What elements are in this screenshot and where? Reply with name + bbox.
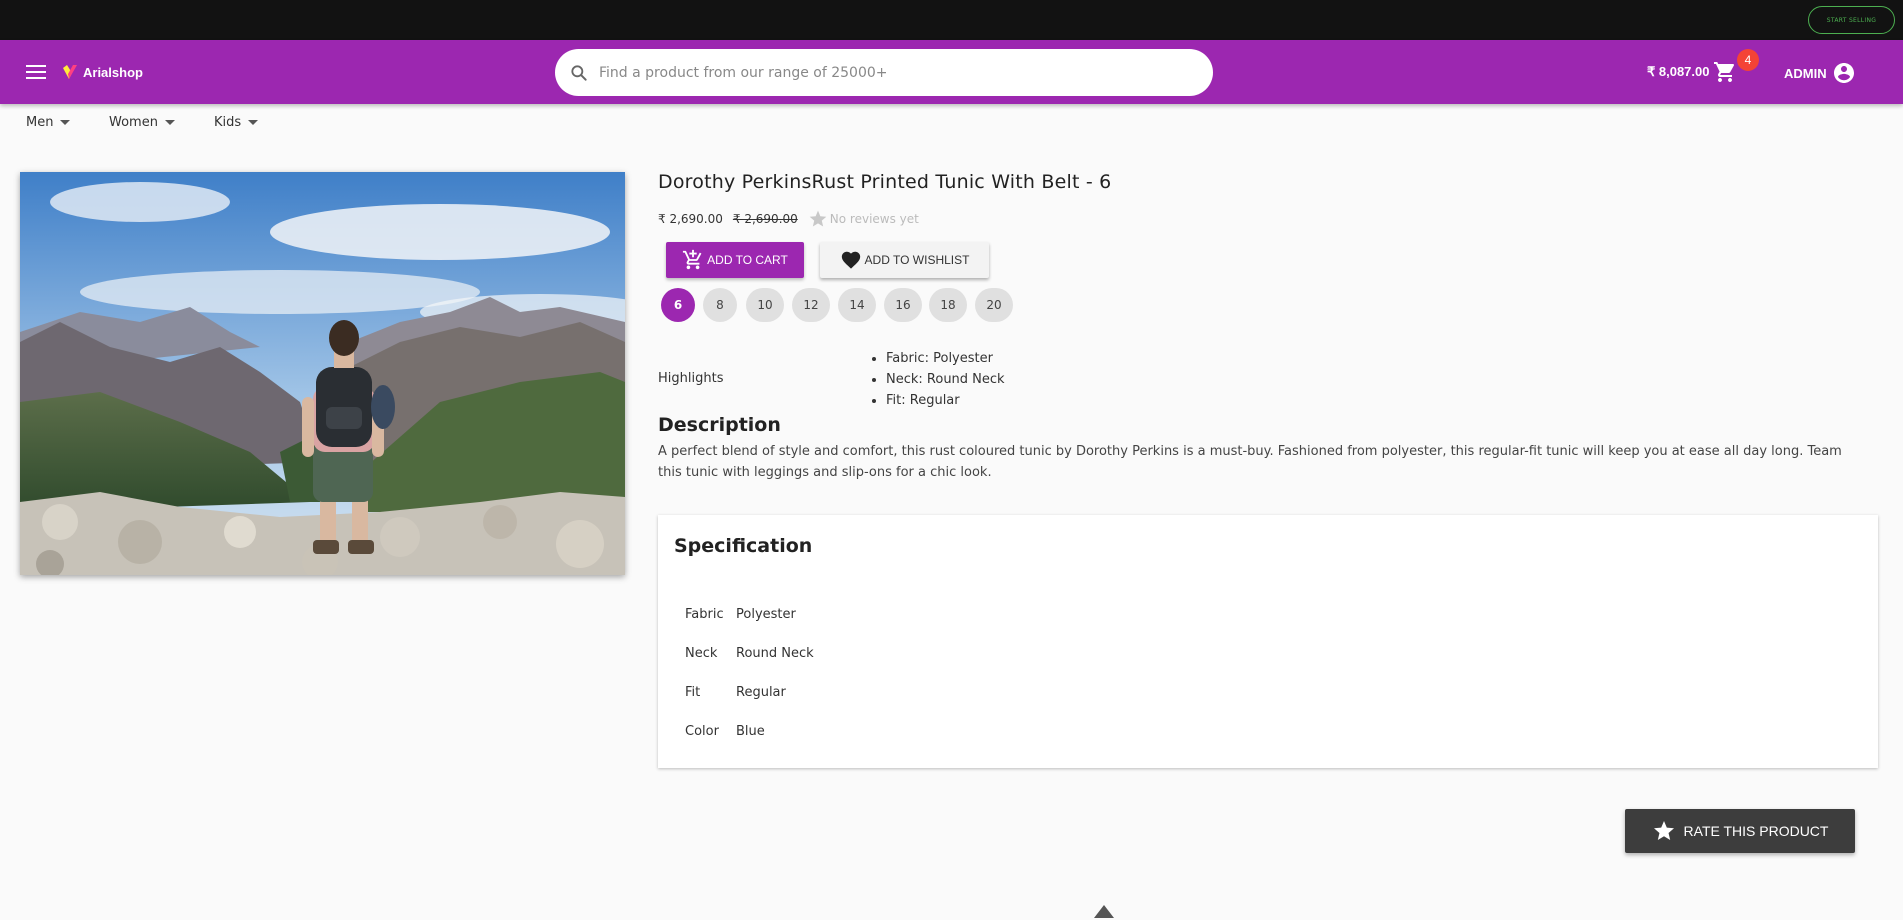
size-option[interactable]: 6	[661, 288, 695, 322]
specification-card: Specification Fabric Polyester Neck Round …	[658, 515, 1878, 768]
category-nav: Men Women Kids	[0, 104, 1903, 142]
nav-item-women[interactable]: Women	[109, 115, 175, 130]
logo-mark-icon	[63, 65, 77, 79]
search-bar[interactable]	[555, 49, 1213, 96]
add-to-cart-label: ADD TO CART	[707, 253, 788, 267]
search-input[interactable]	[599, 64, 1159, 81]
product-image	[20, 172, 625, 575]
highlight-item: Neck: Round Neck	[886, 369, 1005, 390]
rate-product-label: RATE THIS PRODUCT	[1683, 823, 1829, 839]
highlights-list: Fabric: Polyester Neck: Round Neck Fit: …	[886, 348, 1005, 411]
spec-value: Regular	[736, 685, 786, 700]
scroll-up-arrow-icon[interactable]	[1094, 905, 1114, 918]
product-title: Dorothy PerkinsRust Printed Tunic With B…	[658, 171, 1112, 193]
nav-item-label: Women	[109, 115, 158, 130]
product-price: ₹ 2,690.00	[658, 212, 723, 226]
size-option[interactable]: 18	[929, 288, 967, 322]
add-to-cart-button[interactable]: ADD TO CART	[666, 242, 804, 278]
spec-row: Fit Regular	[685, 685, 786, 700]
description-text: A perfect blend of style and comfort, th…	[658, 444, 1842, 480]
top-bar: START SELLING	[0, 0, 1903, 40]
cart-total: ₹ 8,087.00	[1647, 64, 1710, 79]
caret-down-icon	[248, 120, 259, 125]
add-shopping-cart-icon	[683, 249, 702, 270]
spec-value: Round Neck	[736, 646, 814, 661]
nav-item-label: Kids	[214, 115, 242, 130]
original-price: ₹ 2,690.00	[732, 212, 798, 226]
highlights-label: Highlights	[658, 371, 724, 386]
size-option[interactable]: 14	[838, 288, 876, 322]
rate-product-button[interactable]: RATE THIS PRODUCT	[1625, 809, 1855, 853]
size-option[interactable]: 20	[975, 288, 1013, 322]
spec-key: Fabric	[685, 607, 724, 622]
spec-row: Color Blue	[685, 724, 765, 739]
spec-key: Color	[685, 724, 719, 739]
spec-value: Blue	[736, 724, 765, 739]
account-label: ADMIN	[1784, 65, 1827, 81]
menu-icon[interactable]	[26, 64, 46, 80]
spec-row: Fabric Polyester	[685, 607, 796, 622]
brand-logo[interactable]: Arialshop	[60, 62, 143, 82]
nav-item-label: Men	[26, 115, 54, 130]
brand-name: Arialshop	[83, 64, 143, 80]
spec-value: Polyester	[736, 607, 796, 622]
cart-count-badge: 4	[1737, 49, 1759, 71]
highlight-item: Fit: Regular	[886, 390, 1005, 411]
account-circle-icon	[1833, 63, 1854, 83]
add-to-wishlist-button[interactable]: ADD TO WISHLIST	[820, 242, 989, 278]
price-row: ₹ 2,690.00 ₹ 2,690.00 No reviews yet	[658, 209, 919, 229]
spec-row: Neck Round Neck	[685, 646, 814, 661]
specification-heading: Specification	[674, 535, 813, 557]
size-option[interactable]: 8	[703, 288, 737, 322]
highlight-item: Fabric: Polyester	[886, 348, 1005, 369]
shopping-cart-icon	[1713, 62, 1734, 82]
reviews-status: No reviews yet	[829, 212, 919, 226]
nav-item-kids[interactable]: Kids	[214, 115, 259, 130]
star-icon	[1653, 821, 1674, 840]
size-option[interactable]: 10	[746, 288, 784, 322]
spec-key: Neck	[685, 646, 718, 661]
heart-icon	[841, 251, 860, 269]
caret-down-icon	[164, 120, 175, 125]
size-option[interactable]: 12	[792, 288, 830, 322]
size-option[interactable]: 16	[884, 288, 922, 322]
nav-item-men[interactable]: Men	[26, 115, 71, 130]
search-icon	[571, 64, 587, 81]
spec-key: Fit	[685, 685, 701, 700]
add-to-wishlist-label: ADD TO WISHLIST	[864, 253, 970, 267]
star-icon	[809, 210, 827, 227]
cart-button[interactable]: ₹ 8,087.00	[1647, 60, 1737, 84]
start-selling-button[interactable]: START SELLING	[1808, 6, 1895, 34]
description-heading: Description	[658, 414, 781, 436]
caret-down-icon	[60, 120, 71, 125]
account-menu[interactable]: ADMIN	[1784, 61, 1856, 85]
